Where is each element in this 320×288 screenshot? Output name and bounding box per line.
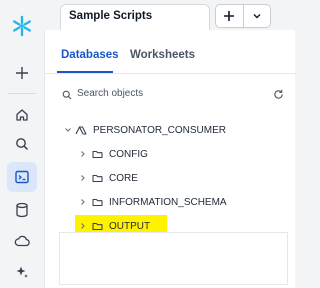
chevron-right-icon[interactable]: [78, 150, 88, 158]
object-explorer-panel: Databases Worksheets Search objects PERS…: [44, 30, 296, 288]
search-icon: [62, 90, 72, 100]
search-icon[interactable]: [7, 129, 37, 159]
tab-databases[interactable]: Databases: [61, 49, 119, 61]
tab-title: Sample Scripts: [69, 10, 153, 22]
chevron-right-icon[interactable]: [78, 222, 88, 230]
chevron-right-icon[interactable]: [78, 198, 88, 206]
schema-icon: [92, 149, 103, 159]
schema-icon: [92, 173, 103, 183]
tab-actions: [215, 4, 271, 28]
add-worksheet-button[interactable]: [216, 5, 243, 27]
tree-item-label: PERSONATOR_CONSUMER: [93, 124, 226, 136]
plus-icon: [224, 11, 235, 21]
refresh-icon: [274, 89, 283, 99]
plus-icon[interactable]: [7, 58, 37, 88]
schema-icon: [92, 197, 103, 207]
worksheet-icon[interactable]: [7, 162, 37, 192]
schema-icon: [92, 221, 103, 231]
chevron-right-icon[interactable]: [78, 174, 88, 182]
search-placeholder: Search objects: [77, 88, 144, 99]
refresh-button[interactable]: [273, 87, 284, 105]
rail-divider: [8, 93, 36, 94]
tab-sample-scripts[interactable]: Sample Scripts: [60, 4, 210, 30]
tree-item-label: CONFIG: [109, 148, 148, 160]
tree-item-label: OUTPUT: [109, 220, 151, 232]
tree-schema-core[interactable]: CORE: [78, 168, 138, 188]
chevron-down-icon[interactable]: [63, 126, 73, 134]
home-icon[interactable]: [7, 100, 37, 130]
blank-area: [59, 232, 288, 285]
tree-item-label: INFORMATION_SCHEMA: [109, 196, 227, 208]
tree-item-label: CORE: [109, 172, 138, 184]
database-icon[interactable]: [7, 195, 37, 225]
more-options-button[interactable]: [242, 5, 271, 27]
chevron-down-icon: [253, 14, 261, 19]
tree-schema-information-schema[interactable]: INFORMATION_SCHEMA: [78, 192, 227, 212]
tab-worksheets[interactable]: Worksheets: [130, 49, 195, 61]
cloud-icon[interactable]: [7, 226, 37, 256]
search-input[interactable]: Search objects: [61, 87, 281, 103]
tree-database-personator-consumer[interactable]: PERSONATOR_CONSUMER: [63, 120, 226, 140]
divider: [45, 73, 296, 74]
snowflake-logo-icon[interactable]: [7, 11, 37, 41]
database-tree-icon: [75, 125, 87, 135]
sparkle-icon[interactable]: [7, 257, 37, 287]
tree-schema-config[interactable]: CONFIG: [78, 144, 148, 164]
left-rail: [0, 0, 44, 288]
